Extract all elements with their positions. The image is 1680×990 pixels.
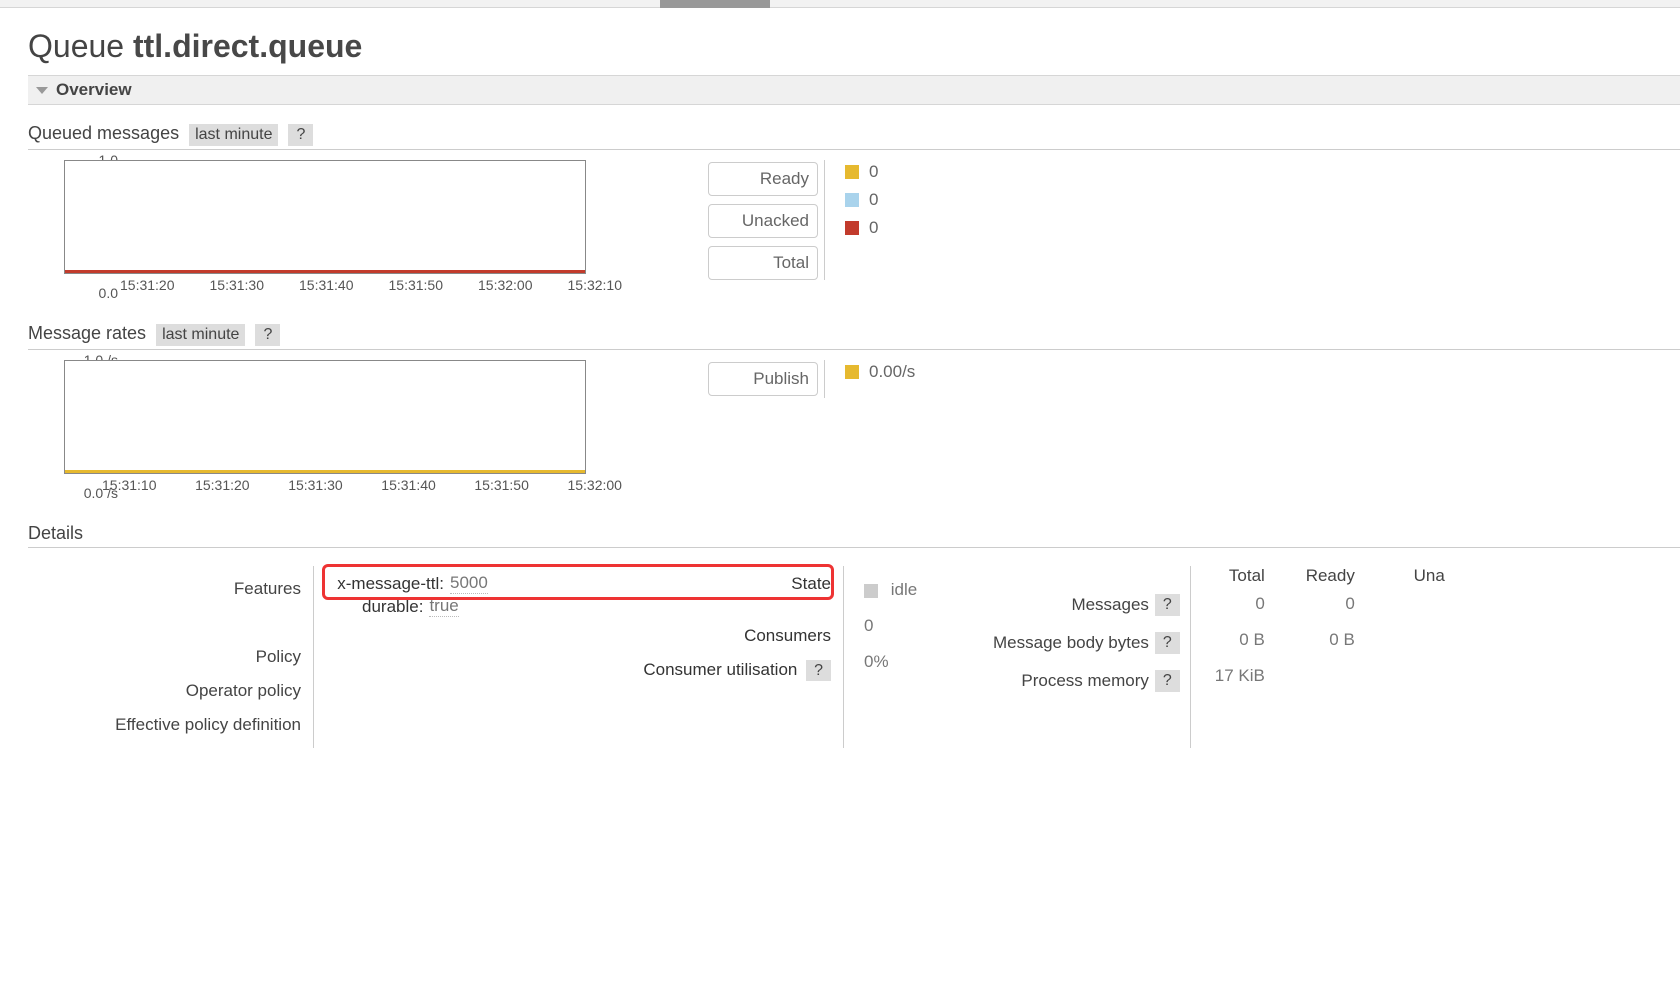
x-tick: 15:31:20 [195, 477, 250, 493]
label-effective-policy: Effective policy definition [28, 708, 301, 742]
legend-total[interactable]: Total [708, 246, 818, 280]
rates-heading: Message rates last minute ? [28, 323, 1680, 350]
label-operator-policy: Operator policy [28, 674, 301, 708]
x-labels: 15:31:20 15:31:30 15:31:40 15:31:50 15:3… [100, 277, 622, 293]
x-labels: 15:31:10 15:31:20 15:31:30 15:31:40 15:3… [100, 477, 622, 493]
swatch-ready [845, 165, 859, 179]
x-tick: 15:32:00 [567, 477, 622, 493]
feature-durable: durable: true [326, 595, 831, 618]
cell: 17 KiB [1205, 666, 1265, 686]
x-tick: 15:31:50 [389, 277, 444, 293]
details-stats: Messages ? Message body bytes ? Process … [993, 566, 1445, 748]
details-features: x-message-ttl: 5000 State durable: true … [313, 566, 843, 748]
feature-value: true [429, 596, 458, 617]
label-consumers: Consumers [326, 618, 831, 646]
hdr-unacked: Una [1385, 566, 1445, 586]
feature-x-message-ttl: x-message-ttl: 5000 [326, 572, 488, 595]
chart-line-publish [65, 470, 585, 473]
legend-publish-value: 0.00/s [869, 362, 915, 382]
label-consumer-util: Consumer utilisation [643, 660, 797, 679]
queued-legend: Ready Unacked Total [688, 160, 818, 280]
queued-range-selector[interactable]: last minute [189, 124, 278, 146]
queued-help-icon[interactable]: ? [288, 124, 313, 146]
title-prefix: Queue [28, 28, 124, 64]
value-state: idle [864, 572, 961, 608]
stats-headers: Total Ready Una [1205, 566, 1445, 586]
label-features: Features [28, 572, 301, 606]
queued-chart: 1.0 0.0 15:31:20 15:31:30 15:31:40 15:31… [28, 160, 648, 293]
page-title: Queue ttl.direct.queue [28, 28, 1680, 65]
rates-legend: Publish [688, 360, 818, 398]
details-heading-text: Details [28, 523, 83, 544]
hdr-ready: Ready [1295, 566, 1355, 586]
cell: 0 B [1295, 630, 1355, 650]
row-messages: 0 0 [1205, 586, 1445, 622]
queued-heading-text: Queued messages [28, 123, 179, 144]
label-body-bytes: Message body bytes [993, 633, 1149, 653]
x-tick: 15:31:30 [288, 477, 343, 493]
overview-section-toggle[interactable]: Overview [28, 75, 1680, 105]
details-labels: Features Policy Operator policy Effectiv… [28, 566, 313, 748]
label-policy: Policy [28, 640, 301, 674]
feature-value: 5000 [450, 573, 488, 594]
chart-line-total [65, 270, 585, 273]
active-tab-indicator [660, 0, 770, 8]
row-process-memory: 17 KiB [1205, 658, 1445, 694]
value-consumers: 0 [864, 608, 961, 644]
cell: 0 B [1205, 630, 1265, 650]
x-tick: 15:31:30 [210, 277, 265, 293]
window-top-strip [0, 0, 1680, 8]
details-mid-values: idle 0 0% [843, 566, 973, 748]
state-text: idle [891, 580, 917, 599]
legend-publish[interactable]: Publish [708, 362, 818, 396]
legend-ready-value: 0 [869, 162, 909, 182]
label-process-memory: Process memory [1021, 671, 1149, 691]
swatch-total [845, 221, 859, 235]
queued-heading: Queued messages last minute ? [28, 123, 1680, 150]
rates-range-selector[interactable]: last minute [156, 324, 245, 346]
cell [1385, 594, 1445, 614]
swatch-publish [845, 365, 859, 379]
cell: 0 [1205, 594, 1265, 614]
chevron-down-icon [36, 87, 48, 94]
feature-key: durable: [362, 597, 423, 617]
state-square-icon [864, 584, 878, 598]
y-label: 0.0 /s [84, 485, 118, 501]
row-body-bytes: 0 B 0 B [1205, 622, 1445, 658]
feature-key: x-message-ttl: [326, 574, 444, 594]
rates-chart: 1.0 /s 0.0 /s 15:31:10 15:31:20 15:31:30… [28, 360, 648, 493]
hdr-total: Total [1205, 566, 1265, 586]
details-heading: Details [28, 523, 1680, 548]
label-state: State [791, 574, 831, 594]
x-tick: 15:31:40 [299, 277, 354, 293]
x-tick: 15:31:50 [474, 477, 529, 493]
x-tick: 15:32:10 [568, 277, 623, 293]
x-tick: 15:31:40 [381, 477, 436, 493]
messages-help-icon[interactable]: ? [1155, 594, 1180, 616]
legend-unacked[interactable]: Unacked [708, 204, 818, 238]
swatch-unacked [845, 193, 859, 207]
legend-unacked-value: 0 [869, 190, 909, 210]
cell [1385, 630, 1445, 650]
cell: 0 [1295, 594, 1355, 614]
rates-heading-text: Message rates [28, 323, 146, 344]
legend-total-value: 0 [869, 218, 909, 238]
process-memory-help-icon[interactable]: ? [1155, 670, 1180, 692]
y-label: 0.0 [99, 285, 118, 301]
value-consumer-util: 0% [864, 644, 961, 680]
x-tick: 15:32:00 [478, 277, 533, 293]
rates-help-icon[interactable]: ? [255, 324, 280, 346]
x-tick: 15:31:20 [120, 277, 175, 293]
label-blank [28, 606, 301, 640]
legend-ready[interactable]: Ready [708, 162, 818, 196]
label-messages: Messages [1071, 595, 1148, 615]
queue-name: ttl.direct.queue [133, 28, 362, 64]
consumer-util-help-icon[interactable]: ? [806, 660, 831, 681]
body-bytes-help-icon[interactable]: ? [1155, 632, 1180, 654]
overview-label: Overview [56, 80, 132, 100]
